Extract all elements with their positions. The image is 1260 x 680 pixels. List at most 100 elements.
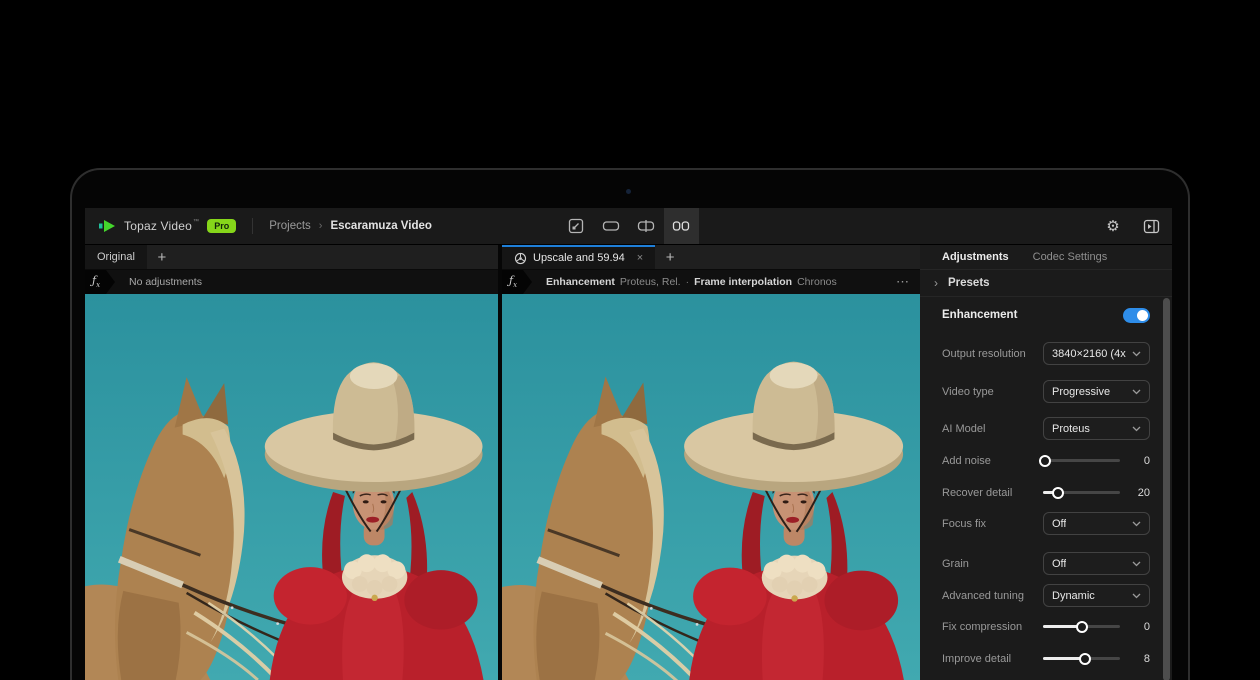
add-noise-row: Add noise 0: [942, 449, 1150, 472]
tab-upscale-label: Upscale and 59.94: [533, 252, 625, 264]
upscale-status-bar: ƒx Enhancement Proteus, Rel. · Frame int…: [502, 270, 920, 294]
tab-adjustments[interactable]: Adjustments: [942, 251, 1009, 263]
fx-badge: ƒx: [502, 270, 532, 294]
ai-model-row: AI Model Proteus: [942, 417, 1150, 440]
add-noise-value: 0: [1130, 455, 1150, 467]
trademark: ™: [193, 219, 199, 225]
original-video-frame: [85, 294, 498, 680]
upscale-video-preview[interactable]: [502, 294, 920, 680]
webcam-dot: [626, 189, 631, 194]
fix-compression-row: Fix compression 0: [942, 615, 1150, 638]
add-tab-button-left[interactable]: +: [147, 245, 177, 269]
improve-detail-row: Improve detail 8: [942, 647, 1150, 670]
settings-gear-icon: ⚙︎: [1106, 219, 1119, 234]
video-type-select[interactable]: Progressive: [1043, 380, 1150, 403]
chevron-down-icon: [1132, 351, 1141, 357]
ai-model-label: AI Model: [942, 423, 985, 435]
fx-icon: ƒx: [509, 275, 517, 289]
settings-button[interactable]: ⚙︎: [1100, 213, 1126, 239]
fix-compression-label: Fix compression: [942, 621, 1022, 633]
focus-fix-select[interactable]: Off: [1043, 512, 1150, 535]
slider-handle[interactable]: [1076, 621, 1088, 633]
fit-view-button[interactable]: [559, 208, 594, 244]
tab-original[interactable]: Original: [85, 245, 147, 269]
topaz-logo-icon: [99, 220, 116, 232]
more-options-icon[interactable]: ⋯: [896, 274, 910, 290]
ai-model-select[interactable]: Proteus: [1043, 417, 1150, 440]
toggle-right-panel-button[interactable]: [1138, 213, 1164, 239]
output-resolution-row: Output resolution 3840×2160 (4x ...: [942, 342, 1150, 365]
tab-upscale[interactable]: Upscale and 59.94 ×: [502, 245, 655, 269]
status-interpolation-label: Frame interpolation: [694, 276, 792, 288]
top-bar: Topaz Video™ Pro Projects › Escaramuza V…: [85, 208, 1172, 245]
original-tab-bar: Original +: [85, 245, 498, 270]
status-dot: ·: [686, 276, 690, 288]
settings-sidebar: Adjustments Codec Settings › Presets Enh…: [920, 245, 1172, 680]
chevron-down-icon: [1132, 521, 1141, 527]
upscale-pane: Upscale and 59.94 × + ƒx Enhancement Pro…: [502, 245, 920, 680]
tab-original-label: Original: [97, 251, 135, 263]
add-noise-label: Add noise: [942, 455, 991, 467]
focus-fix-label: Focus fix: [942, 518, 986, 530]
helm-icon: [514, 252, 527, 265]
sidebar-tabs: Adjustments Codec Settings: [920, 245, 1172, 270]
fx-badge: ƒx: [85, 270, 115, 294]
fix-compression-slider[interactable]: [1043, 615, 1120, 638]
original-pane: Original + ƒx No adjustments: [85, 245, 498, 680]
chevron-down-icon: [1132, 593, 1141, 599]
advanced-tuning-row: Advanced tuning Dynamic: [942, 584, 1150, 607]
grain-select[interactable]: Off: [1043, 552, 1150, 575]
advanced-tuning-select[interactable]: Dynamic: [1043, 584, 1150, 607]
top-bar-right: ⚙︎: [1100, 208, 1164, 244]
add-noise-slider[interactable]: [1043, 449, 1120, 472]
recover-detail-row: Recover detail 20: [942, 481, 1150, 504]
pro-badge: Pro: [207, 219, 236, 233]
add-tab-button-right[interactable]: +: [655, 245, 685, 269]
side-by-side-view-button[interactable]: [664, 208, 699, 244]
close-tab-icon[interactable]: ×: [637, 252, 643, 264]
plus-icon: +: [158, 249, 167, 266]
sidebar-scrollbar[interactable]: [1163, 298, 1170, 680]
upscale-status-text: Enhancement Proteus, Rel. · Frame interp…: [546, 276, 837, 288]
split-view-button[interactable]: [629, 208, 664, 244]
grain-label: Grain: [942, 558, 969, 570]
improve-detail-label: Improve detail: [942, 653, 1011, 665]
video-type-label: Video type: [942, 386, 994, 398]
split-view-icon: [637, 218, 655, 234]
breadcrumb-current: Escaramuza Video: [330, 220, 431, 232]
tab-codec-settings[interactable]: Codec Settings: [1033, 251, 1108, 263]
upscale-tab-bar: Upscale and 59.94 × +: [502, 245, 920, 270]
divider: [252, 218, 253, 234]
single-view-button[interactable]: [594, 208, 629, 244]
recover-detail-label: Recover detail: [942, 487, 1012, 499]
recover-detail-slider[interactable]: [1043, 481, 1120, 504]
focus-fix-row: Focus fix Off: [942, 512, 1150, 535]
fit-view-icon: [568, 218, 584, 234]
presets-label: Presets: [948, 277, 990, 289]
breadcrumb-projects[interactable]: Projects: [269, 220, 311, 232]
toggle-right-panel-icon: [1143, 219, 1160, 234]
improve-detail-value: 8: [1130, 653, 1150, 665]
improve-detail-slider[interactable]: [1043, 647, 1120, 670]
presets-row[interactable]: › Presets: [920, 270, 1172, 297]
output-resolution-select[interactable]: 3840×2160 (4x ...: [1043, 342, 1150, 365]
slider-handle[interactable]: [1079, 653, 1091, 665]
slider-handle[interactable]: [1039, 455, 1051, 467]
chevron-down-icon: [1132, 426, 1141, 432]
breadcrumb-separator-icon: ›: [319, 220, 323, 232]
enhancement-row: Enhancement: [920, 303, 1172, 327]
fix-compression-value: 0: [1130, 621, 1150, 633]
original-status-text: No adjustments: [129, 276, 202, 288]
chevron-down-icon: [1132, 389, 1141, 395]
original-status-bar: ƒx No adjustments: [85, 270, 498, 294]
enhancement-toggle[interactable]: [1123, 308, 1150, 323]
original-video-preview[interactable]: [85, 294, 498, 680]
view-mode-group: [559, 208, 699, 244]
slider-handle[interactable]: [1052, 487, 1064, 499]
advanced-tuning-label: Advanced tuning: [942, 590, 1024, 602]
enhancement-label: Enhancement: [942, 309, 1017, 321]
fx-icon: ƒx: [92, 275, 100, 289]
chevron-down-icon: [1132, 561, 1141, 567]
video-type-row: Video type Progressive: [942, 380, 1150, 403]
status-interpolation-value: Chronos: [797, 276, 837, 288]
